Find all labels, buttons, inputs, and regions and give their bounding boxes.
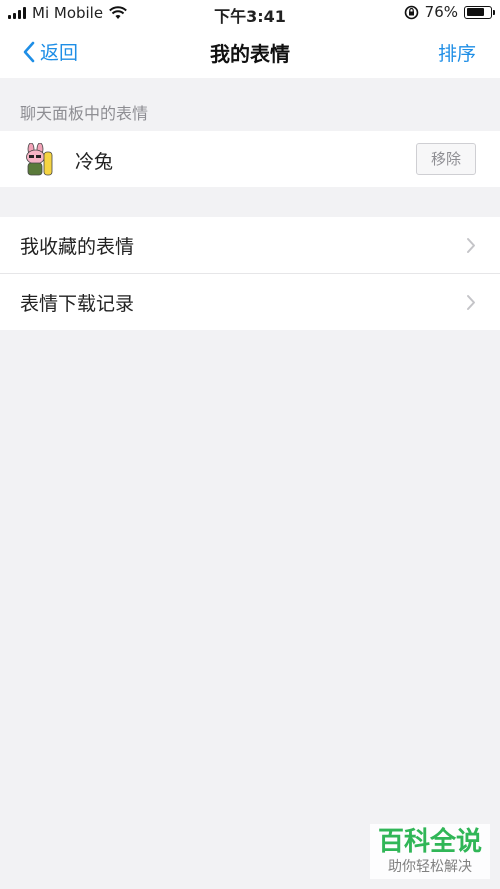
menu-item-download-history[interactable]: 表情下载记录 xyxy=(0,273,500,330)
sort-button[interactable]: 排序 xyxy=(438,39,476,66)
watermark-logo: 百科全说 助你轻松解决 xyxy=(370,824,490,879)
status-right: 76% xyxy=(404,3,495,21)
menu-item-label: 表情下载记录 xyxy=(20,293,135,315)
list-item: 冷兔 移除 xyxy=(0,131,500,187)
rabbit-sticker-icon xyxy=(26,143,53,176)
chevron-right-icon xyxy=(467,238,475,253)
watermark-title: 百科全说 xyxy=(377,827,482,857)
page-title: 我的表情 xyxy=(210,42,290,66)
battery-icon xyxy=(464,5,495,19)
menu-item-favorite-stickers[interactable]: 我收藏的表情 xyxy=(0,217,500,273)
rotation-lock-icon xyxy=(404,5,418,19)
sticker-name: 冷兔 xyxy=(75,151,114,173)
battery-level xyxy=(466,8,484,16)
status-bar: Mi Mobile 下午3:41 76% xyxy=(0,0,500,26)
remove-button[interactable]: 移除 xyxy=(416,143,476,175)
navigation-bar: 返回 我的表情 排序 xyxy=(0,26,500,78)
chevron-right-icon xyxy=(467,295,475,310)
section-header-panel: 聊天面板中的表情 xyxy=(20,104,149,123)
battery-percent: 76% xyxy=(424,3,458,21)
watermark-subtitle: 助你轻松解决 xyxy=(388,859,472,875)
sticker-menu: 我收藏的表情 表情下载记录 xyxy=(0,217,500,330)
menu-item-label: 我收藏的表情 xyxy=(20,236,135,258)
